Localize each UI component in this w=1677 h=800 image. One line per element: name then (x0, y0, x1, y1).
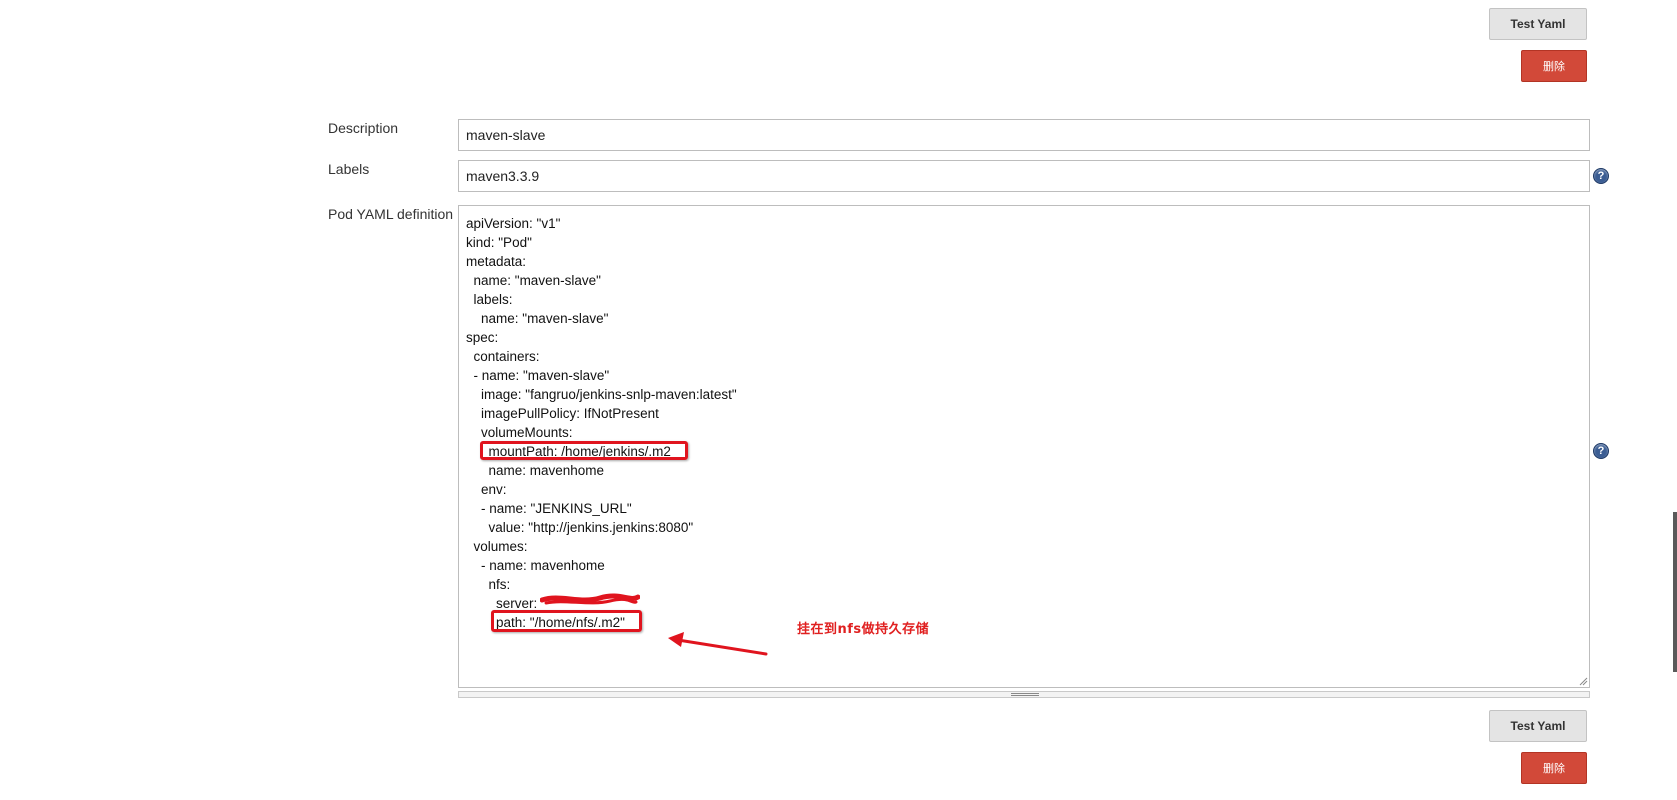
arrow-icon (668, 632, 768, 656)
pod-yaml-label: Pod YAML definition (328, 206, 454, 222)
help-icon-labels[interactable]: ? (1593, 168, 1609, 184)
help-icon-pod-yaml[interactable]: ? (1593, 443, 1609, 459)
test-yaml-button-bottom[interactable]: Test Yaml (1489, 710, 1587, 742)
highlight-nfs-path (491, 610, 642, 632)
test-yaml-button-top[interactable]: Test Yaml (1489, 8, 1587, 40)
description-label: Description (328, 120, 399, 136)
pod-yaml-content: apiVersion: "v1" kind: "Pod" metadata: n… (466, 216, 737, 630)
page-scrollbar[interactable] (1673, 512, 1677, 672)
annotation-note: 挂在到nfs做持久存储 (797, 622, 930, 637)
textarea-resize-bar[interactable] (458, 691, 1590, 698)
description-input[interactable] (458, 119, 1590, 151)
labels-input[interactable] (458, 160, 1590, 192)
delete-button-bottom[interactable]: 删除 (1521, 752, 1587, 784)
resize-handle-icon[interactable] (1579, 677, 1588, 686)
redaction-scribble (540, 593, 640, 605)
highlight-mountpath (480, 441, 688, 460)
labels-label: Labels (328, 161, 370, 177)
delete-button-top[interactable]: 删除 (1521, 50, 1587, 82)
resize-grip-icon (1011, 693, 1039, 696)
